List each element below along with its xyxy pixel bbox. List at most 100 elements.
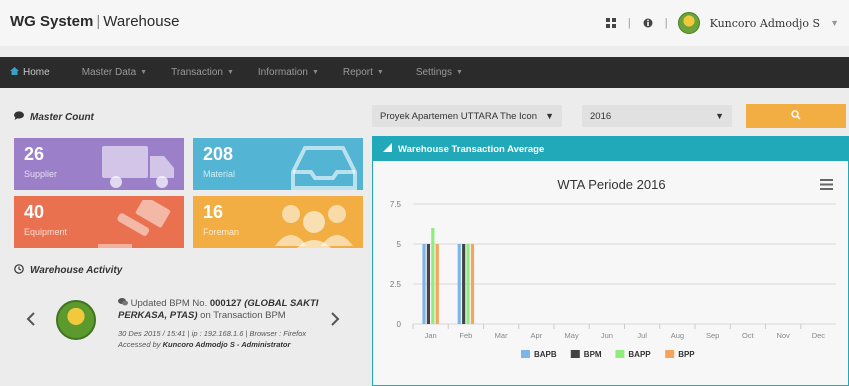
comments-icon (118, 298, 131, 309)
legend-swatch (570, 350, 580, 358)
section-label: Master Count (30, 111, 94, 123)
legend-label: BPM (584, 350, 602, 359)
bar-bapp-jan (431, 228, 435, 324)
main-nav: Home Master Data ▼ Transaction ▼ Informati… (0, 57, 849, 88)
chevron-down-icon: ▼ (455, 69, 463, 76)
app-brand[interactable]: WG System | Warehouse (10, 13, 179, 30)
top-header: WG System | Warehouse | | Kuncoro Admodjo … (0, 0, 849, 46)
activity-carousel: Updated BPM No. 000127 (GLOBAL SAKTI PER… (8, 280, 363, 380)
x-tick-label: Jan (425, 331, 437, 340)
x-tick-label: Jul (637, 331, 647, 340)
user-avatar[interactable] (677, 12, 700, 34)
bar-bpm-feb (462, 244, 466, 324)
bar-bapb-jan (422, 244, 426, 324)
activity-meta: 30 Des 2015 / 15:41 | ip : 192.168.1.6 |… (118, 328, 328, 350)
nav-label: Information (257, 67, 308, 78)
activity-timestamp: 30 Des 2015 / 15:41 | ip : 192.168.1.6 |… (118, 329, 307, 338)
truck-icon (102, 146, 174, 188)
x-tick-label: Apr (531, 331, 543, 340)
y-tick-label: 5 (397, 240, 402, 249)
legend-label: BAPB (534, 350, 557, 359)
user-name[interactable]: Kuncoro Admodjo S (710, 17, 820, 30)
warehouse-activity-title: Warehouse Activity (14, 264, 122, 277)
activity-accessed-by: Accessed by Kuncoro Admodjo S - Administ… (118, 340, 291, 349)
x-tick-label: May (565, 331, 579, 340)
year-select[interactable]: 2016 ▼ (582, 105, 732, 127)
nav-report[interactable]: Report ▼ (333, 57, 398, 88)
users-icon (275, 205, 353, 248)
legend-swatch (521, 350, 530, 358)
tile-count: 40 (24, 202, 45, 222)
y-tick-label: 0 (397, 320, 402, 329)
tile-label: Foreman (203, 227, 240, 237)
nav-label: Report (342, 67, 373, 78)
foreman-tile[interactable]: 16 Foreman (193, 196, 363, 248)
tile-count: 16 (203, 202, 224, 222)
chart-panel-header: Warehouse Transaction Average (373, 137, 848, 161)
activity-user-avatar (56, 300, 96, 340)
chevron-down-icon: ▼ (311, 69, 319, 76)
section-label: Warehouse Activity (30, 265, 123, 276)
chart-plot: 0 2.5 5 7.5 Jan Feb Mar Apr May Jun Jul Aug Sep Oct No… (390, 200, 836, 359)
tile-label: Equipment (24, 227, 68, 237)
project-select[interactable]: Proyek Apartemen UTTARA The Icon ▼ (372, 105, 562, 127)
legend-label: BAPP (628, 350, 651, 359)
nav-settings[interactable]: Settings ▼ (398, 57, 477, 88)
x-tick-label: Aug (671, 331, 684, 340)
nav-information[interactable]: Information ▼ (248, 57, 333, 88)
info-icon[interactable] (641, 16, 655, 30)
project-select-value: Proyek Apartemen UTTARA The Icon (380, 110, 537, 122)
search-button[interactable] (746, 104, 846, 128)
nav-master-data[interactable]: Master Data ▼ (64, 57, 161, 88)
chevron-down-icon: ▼ (226, 69, 234, 76)
chevron-down-icon[interactable]: ▼ (830, 18, 839, 28)
brand-name: WG System (10, 13, 94, 30)
chevron-down-icon: ▼ (140, 69, 148, 76)
clock-icon (14, 264, 24, 277)
material-tile[interactable]: 208 Material (193, 138, 363, 190)
tile-label: Material (203, 169, 236, 179)
y-tick-label: 2.5 (390, 280, 402, 289)
equipment-tile[interactable]: 40 Equipment (14, 196, 184, 248)
tile-label: Supplier (24, 169, 58, 179)
caret-down-icon: ▼ (545, 111, 554, 121)
supplier-tile[interactable]: 26 Supplier (14, 138, 184, 190)
bar-chart-icon (383, 143, 392, 155)
y-tick-label: 7.5 (390, 200, 402, 209)
chart-panel-title: Warehouse Transaction Average (398, 143, 545, 155)
document-number[interactable]: 000127 (210, 298, 242, 309)
activity-message: Updated BPM No. 000127 (GLOBAL SAKTI PER… (118, 298, 328, 322)
bar-bpp-jan (435, 244, 439, 324)
nav-transaction[interactable]: Transaction ▼ (161, 57, 248, 88)
tile-count: 208 (203, 144, 234, 164)
bar-bpp-feb (470, 244, 475, 324)
activity-suffix: on Transaction BPM (200, 310, 286, 321)
chart-panel: Warehouse Transaction Average WTA Period… (372, 136, 849, 386)
legend-label: BPP (678, 350, 695, 359)
chevron-down-icon: ▼ (376, 69, 384, 76)
comment-icon (14, 111, 24, 123)
x-tick-label: Sep (706, 331, 719, 340)
header-divider: | (627, 17, 631, 29)
x-tick-label: Dec (812, 331, 826, 340)
header-right: | | Kuncoro Admodjo S ▼ (604, 8, 839, 38)
search-icon (791, 107, 801, 125)
master-count-title: Master Count (14, 111, 94, 123)
bar-bapb-feb (457, 244, 461, 324)
nav-label: Settings (415, 67, 452, 78)
x-tick-label: Jun (601, 331, 613, 340)
nav-label: Transaction (171, 67, 223, 78)
nav-label: Master Data (81, 67, 137, 78)
hammer-icon (98, 200, 171, 248)
grid-icon[interactable] (604, 16, 618, 30)
brand-module: Warehouse (103, 13, 180, 30)
bar-bapp-feb (466, 244, 470, 324)
home-icon (10, 67, 19, 78)
chevron-right-icon[interactable] (330, 312, 340, 331)
chevron-left-icon[interactable] (26, 312, 36, 331)
header-divider: | (664, 17, 668, 29)
nav-home[interactable]: Home (0, 57, 64, 88)
accessed-user: Kuncoro Admodjo S - Administrator (162, 340, 291, 349)
nav-label: Home (23, 67, 50, 78)
x-tick-label: Oct (742, 331, 755, 340)
